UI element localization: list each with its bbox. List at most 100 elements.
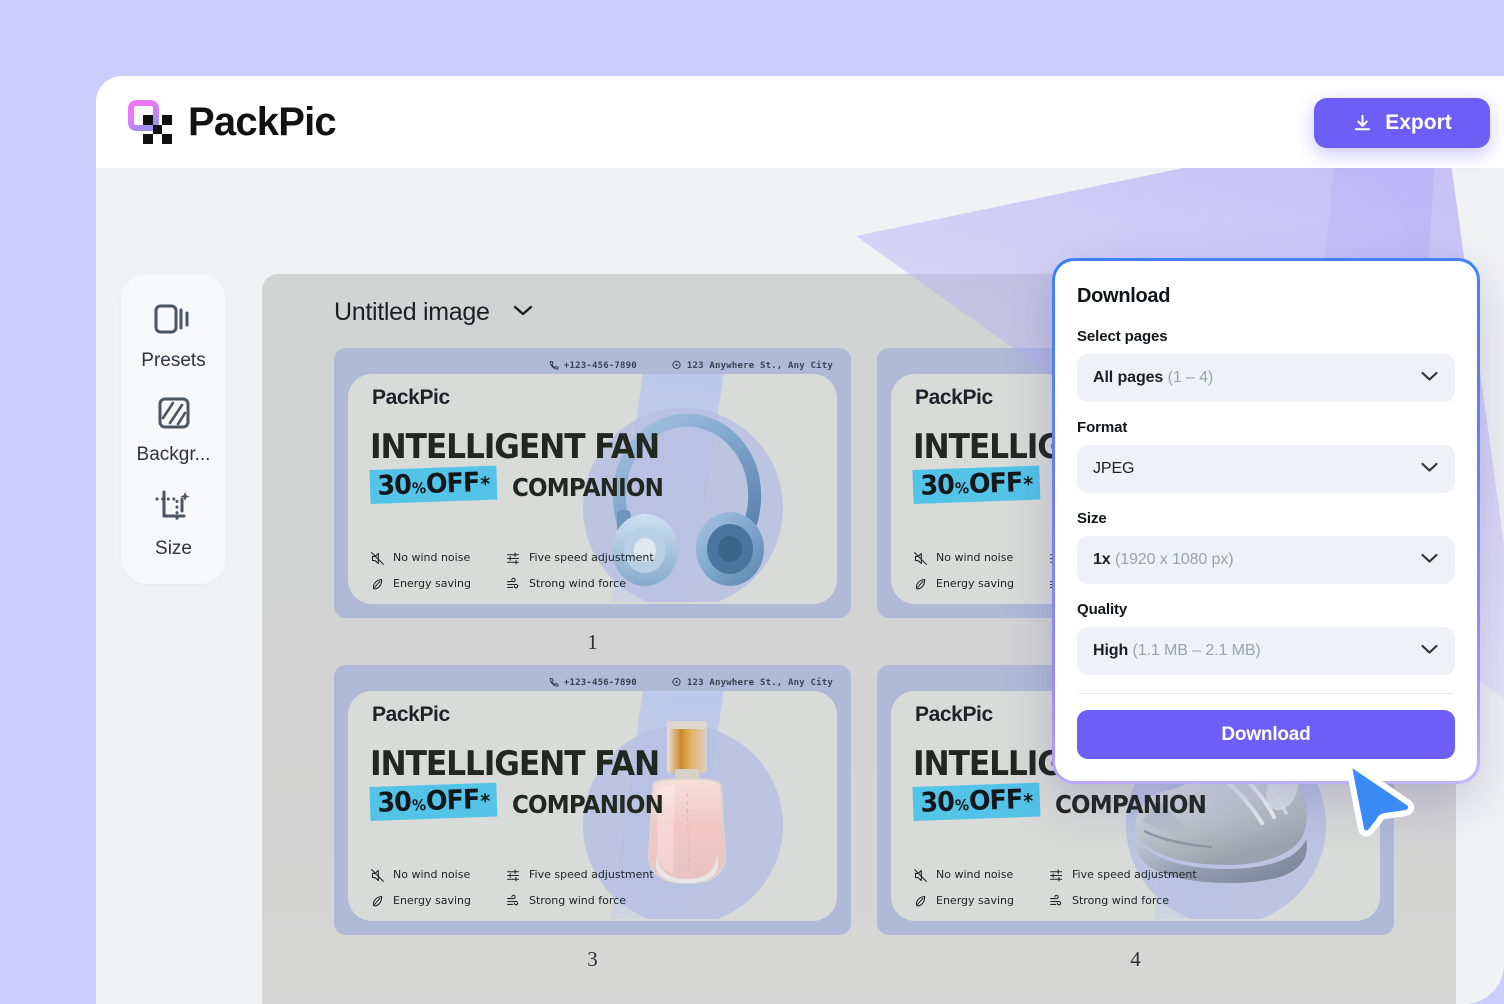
wind-icon [507, 894, 519, 906]
feature-label: No wind noise [393, 868, 471, 882]
select-pages-dropdown[interactable]: All pages (1 – 4) [1077, 354, 1455, 402]
chevron-down-icon[interactable] [1420, 551, 1439, 569]
address-text: 123 Anywhere St., Any City [686, 360, 833, 371]
select-value: High (1.1 MB – 2.1 MB) [1093, 642, 1261, 660]
mute-wind-icon [371, 869, 384, 882]
leaf-icon [372, 578, 383, 590]
sidebar-item-background[interactable]: Backgr... [129, 396, 219, 466]
page-card[interactable]: +123-456-7890 123 Anywhere St., Any City [334, 348, 851, 655]
feature-item: Energy saving [370, 577, 488, 592]
mute-wind-icon [914, 869, 927, 882]
chevron-down-icon[interactable] [1420, 460, 1439, 478]
banner-headline-group: INTELLIGENT FAN 30%OFF* COMPANION [369, 427, 684, 504]
banner-brand: PackPic [372, 703, 450, 726]
app-header: PackPic Export [96, 76, 1504, 168]
page-card[interactable]: +123-456-7890 123 Anywhere St., Any City [334, 665, 851, 972]
brand: PackPic [128, 99, 337, 145]
feature-label: Energy saving [936, 894, 1014, 908]
banner-companion: COMPANION [1054, 789, 1207, 819]
field-label: Size [1077, 510, 1107, 527]
leaf-icon [372, 895, 383, 907]
select-value: All pages (1 – 4) [1093, 369, 1213, 387]
quality-dropdown[interactable]: High (1.1 MB – 2.1 MB) [1077, 627, 1455, 675]
discount-star: * [479, 788, 490, 814]
select-value: JPEG [1093, 460, 1134, 478]
field-format: Format JPEG [1077, 419, 1455, 493]
banner-companion: COMPANION [511, 789, 664, 819]
panel-title: Download [1077, 285, 1171, 307]
discount-number: 30 [919, 786, 955, 819]
feature-item: Energy saving [370, 894, 488, 909]
feature-item: Energy saving [913, 894, 1031, 909]
select-value-main: JPEG [1093, 460, 1135, 477]
banner-features: No wind noise Five spe [370, 868, 654, 909]
size-dropdown[interactable]: 1x (1920 x 1080 px) [1077, 536, 1455, 584]
banner-subline: 30%OFF* COMPANION [912, 782, 1227, 821]
feature-label: No wind noise [936, 868, 1014, 882]
download-panel: Download Select pages All pages (1 – 4) … [1052, 258, 1480, 784]
feature-label: No wind noise [393, 551, 471, 565]
banner-companion: COMPANION [511, 472, 664, 502]
format-dropdown[interactable]: JPEG [1077, 445, 1455, 493]
discount-star: * [479, 471, 490, 497]
carousel-icon [153, 302, 195, 341]
feature-label: Five speed adjustment [529, 551, 654, 565]
download-button[interactable]: Download [1077, 710, 1455, 759]
feature-item: Five speed adjustment [506, 868, 654, 883]
discount-percent: % [954, 479, 969, 498]
banner-headline: INTELLIGENT FAN [370, 427, 660, 467]
field-label: Select pages [1077, 328, 1168, 345]
select-value-main: High [1093, 642, 1129, 659]
discount-badge: 30% OFF * [369, 782, 498, 821]
feature-label: Five speed adjustment [529, 868, 654, 882]
banner-contact: +123-456-7890 123 Anywhere St., Any City [548, 677, 833, 688]
banner-address: 123 Anywhere St., Any City [671, 677, 833, 688]
canvas-title-row[interactable]: Untitled image [334, 298, 534, 327]
feature-item: No wind noise [913, 868, 1031, 883]
discount-star: * [1022, 471, 1033, 497]
address-text: 123 Anywhere St., Any City [686, 677, 833, 688]
banner-contact: +123-456-7890 123 Anywhere St., Any City [548, 360, 833, 371]
select-value-main: All pages [1093, 369, 1164, 386]
sliders-icon [1050, 869, 1063, 882]
banner-phone: +123-456-7890 [548, 677, 637, 688]
field-select-pages: Select pages All pages (1 – 4) [1077, 328, 1455, 402]
discount-badge: 30% OFF * [912, 465, 1041, 504]
phone-text: +123-456-7890 [563, 677, 637, 688]
banner-brand: PackPic [915, 703, 993, 726]
feature-label: Five speed adjustment [1072, 868, 1197, 882]
brand-name: PackPic [188, 99, 337, 144]
sidebar-item-size[interactable]: Size [129, 490, 219, 560]
banner-brand: PackPic [372, 386, 450, 409]
export-button[interactable]: Export [1314, 98, 1490, 148]
page-root: Presets Backgr... Size Untitled image +1… [0, 0, 1504, 1004]
sliders-icon [507, 552, 520, 565]
field-label: Quality [1077, 601, 1128, 618]
chevron-down-icon[interactable] [512, 303, 534, 322]
feature-item: Five speed adjustment [1049, 868, 1197, 883]
banner-features: No wind noise Five spe [913, 868, 1197, 909]
feature-item: Strong wind force [506, 577, 654, 592]
select-value-hint: (1.1 MB – 2.1 MB) [1132, 642, 1261, 659]
field-size: Size 1x (1920 x 1080 px) [1077, 510, 1455, 584]
download-panel-body: Download Select pages All pages (1 – 4) … [1055, 261, 1477, 781]
feature-item: Energy saving [913, 577, 1031, 592]
select-value: 1x (1920 x 1080 px) [1093, 551, 1234, 569]
discount-badge: 30% OFF * [912, 782, 1041, 821]
hatched-square-icon [155, 396, 193, 435]
discount-percent: % [411, 479, 426, 498]
discount-word: OFF [968, 784, 1023, 818]
feature-label: Energy saving [936, 577, 1014, 591]
chevron-down-icon[interactable] [1420, 642, 1439, 660]
sidebar-item-presets[interactable]: Presets [129, 302, 219, 372]
mute-wind-icon [914, 552, 927, 565]
feature-label: No wind noise [936, 551, 1014, 565]
wind-icon [1050, 894, 1062, 906]
discount-word: OFF [968, 467, 1023, 501]
crop-sparkle-icon [154, 490, 194, 529]
feature-item: No wind noise [370, 868, 488, 883]
chevron-down-icon[interactable] [1420, 369, 1439, 387]
select-value-hint: (1 – 4) [1167, 369, 1214, 386]
sliders-icon [507, 869, 520, 882]
feature-item: No wind noise [370, 551, 488, 566]
